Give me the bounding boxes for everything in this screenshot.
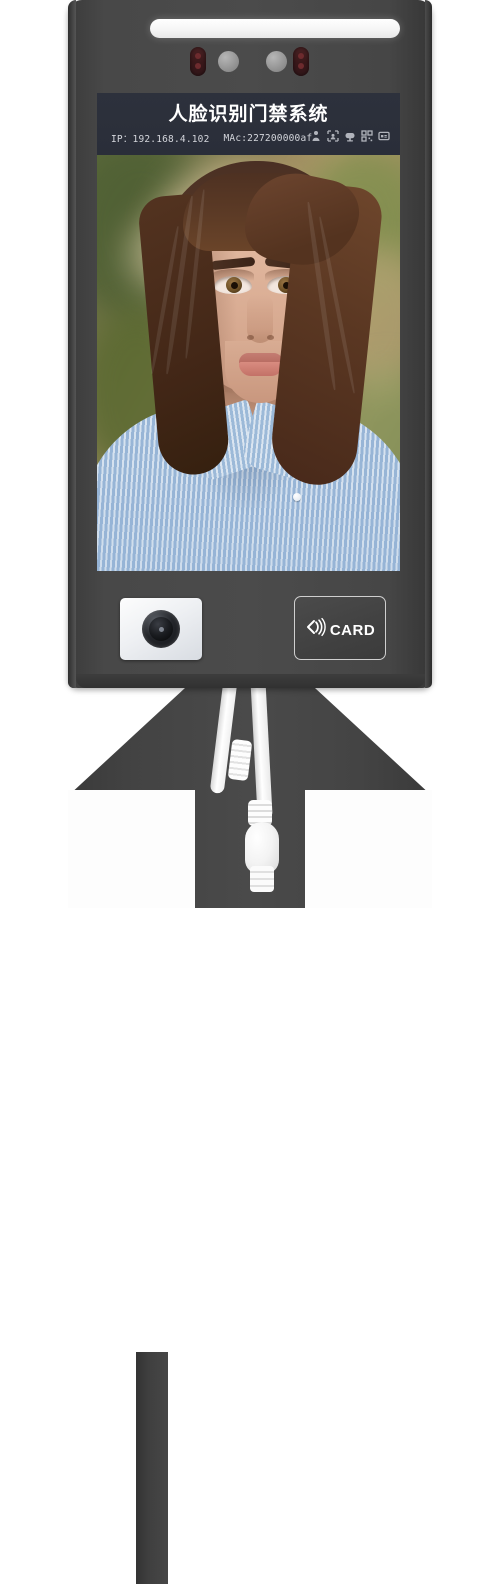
fill-light-bar <box>150 19 400 38</box>
wall-background-lower-right <box>305 790 432 908</box>
mount-left-rail <box>136 1352 168 1584</box>
lower-lip <box>239 362 283 376</box>
mac-address-label: MAc:227200000af <box>223 132 313 144</box>
status-icon-tray <box>310 130 390 142</box>
person-status-icon <box>310 130 322 142</box>
card-status-icon <box>378 130 390 142</box>
qr-code-icon <box>361 130 373 142</box>
network-icon <box>344 130 356 142</box>
ambient-sensor-left <box>218 51 239 72</box>
cable-plug-tip <box>250 866 274 892</box>
ip-address-label: IP：192.168.4.102 <box>111 134 210 145</box>
terminal-body: 人脸识别门禁系统 IP：192.168.4.102 MAc:227200000a… <box>68 0 432 688</box>
status-bar: 人脸识别门禁系统 IP：192.168.4.102 MAc:227200000a… <box>97 93 400 155</box>
ir-led-left <box>190 47 206 76</box>
camera-lens <box>142 610 180 648</box>
wall-background-left <box>0 676 68 908</box>
nostril-left <box>247 335 254 340</box>
camera-lens-inner <box>149 617 173 641</box>
pupil-left <box>231 282 238 289</box>
shirt-button <box>293 493 301 501</box>
body-edge-right <box>425 0 432 688</box>
wall-background-right <box>432 676 500 908</box>
eye-left <box>214 276 252 294</box>
card-reader-button[interactable]: CARD <box>294 596 386 660</box>
face-detect-icon <box>327 130 339 142</box>
nostril-right <box>267 335 274 340</box>
wall-background-lower-left <box>68 790 195 908</box>
ir-led-right <box>293 47 309 76</box>
display-screen[interactable]: 人脸识别门禁系统 IP：192.168.4.102 MAc:227200000a… <box>97 93 400 571</box>
iris-left <box>226 277 242 293</box>
body-bottom-lip <box>76 674 425 688</box>
rfid-wave-icon <box>305 616 327 638</box>
card-reader-label: CARD <box>329 621 376 639</box>
camera-module <box>120 598 202 660</box>
camera-lens-glint <box>159 627 164 632</box>
body-edge-left <box>68 0 76 688</box>
live-camera-preview[interactable] <box>97 155 400 571</box>
ambient-sensor-right <box>266 51 287 72</box>
device-meta-row: IP：192.168.4.102 MAc:227200000af <box>111 131 313 146</box>
page-title: 人脸识别门禁系统 <box>168 103 329 125</box>
